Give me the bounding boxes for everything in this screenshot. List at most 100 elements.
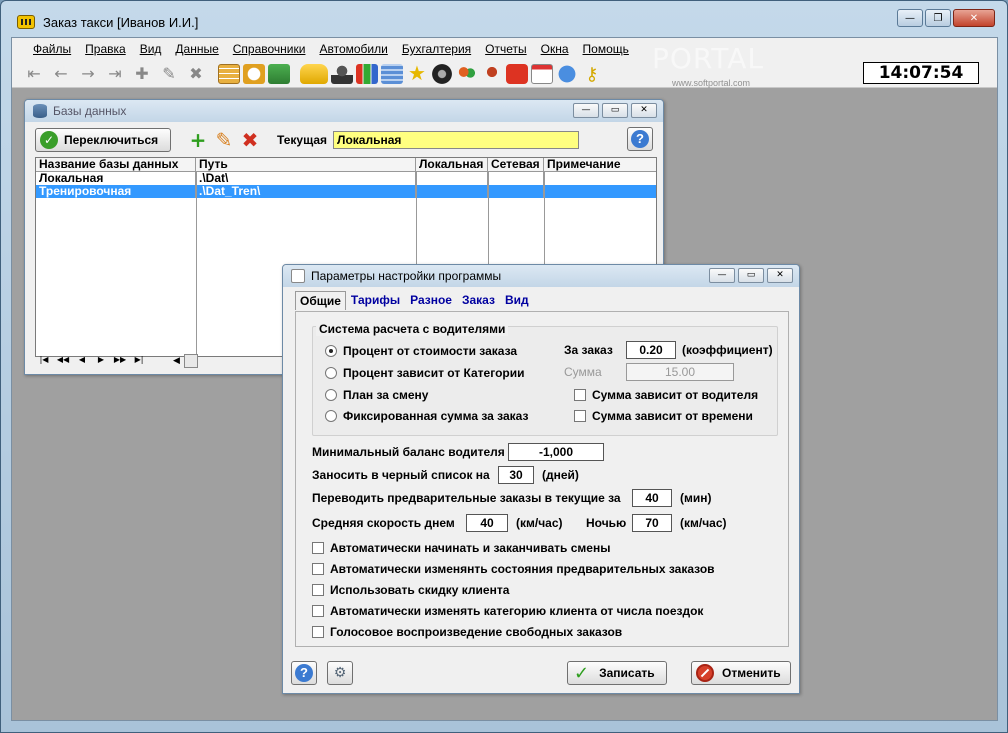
cancel-button[interactable]: Отменить	[691, 661, 791, 685]
taxi-car-icon[interactable]	[300, 63, 328, 84]
settings-minimize-button[interactable]: —	[709, 268, 735, 283]
tire-icon[interactable]	[431, 63, 453, 84]
checkbox[interactable]	[312, 563, 324, 575]
radio-button[interactable]	[325, 367, 337, 379]
night-speed-input[interactable]: 70	[632, 514, 672, 532]
keys-icon[interactable]: ⚷	[581, 64, 603, 84]
radio-button[interactable]	[325, 410, 337, 422]
databases-close-button[interactable]: ✕	[631, 103, 657, 118]
first-record-icon[interactable]: ⇤	[22, 62, 46, 86]
money-icon[interactable]	[268, 63, 290, 84]
nav-next-page-icon[interactable]: ▶▶	[111, 353, 129, 367]
radio-percent-by-category[interactable]: Процент зависит от Категории	[325, 366, 524, 380]
col-header-path[interactable]: Путь	[196, 158, 416, 171]
last-record-icon[interactable]: ⇥	[103, 62, 127, 86]
calendar-icon[interactable]	[531, 63, 553, 84]
driver-icon[interactable]	[331, 63, 353, 84]
client-discount-check[interactable]: Использовать скидку клиента	[312, 583, 509, 597]
nav-last-icon[interactable]: ▶|	[130, 353, 148, 367]
radio-percent-of-cost[interactable]: Процент от стоимости заказа	[325, 344, 517, 358]
maximize-button[interactable]: ❐	[925, 9, 951, 27]
schedule-clock-icon[interactable]	[243, 63, 265, 84]
menu-cars[interactable]: Автомобили	[312, 42, 394, 56]
settings-close-button[interactable]: ✕	[767, 268, 793, 283]
nav-prev-page-icon[interactable]: ◀◀	[54, 353, 72, 367]
col-header-note[interactable]: Примечание	[544, 158, 656, 171]
prelim-orders-input[interactable]: 40	[632, 489, 672, 507]
operator-icon[interactable]	[481, 63, 503, 84]
delete-record-icon[interactable]: ✖	[184, 62, 208, 86]
tab-order[interactable]: Заказ	[457, 291, 500, 310]
checkbox[interactable]	[312, 605, 324, 617]
checkbox[interactable]	[312, 626, 324, 638]
min-balance-input[interactable]: -1,000	[508, 443, 604, 461]
menu-files[interactable]: Файлы	[26, 42, 78, 56]
menu-view[interactable]: Вид	[133, 42, 169, 56]
radio-button[interactable]	[325, 389, 337, 401]
menu-help[interactable]: Помощь	[576, 42, 636, 56]
add-record-icon[interactable]: ✚	[130, 62, 154, 86]
prev-record-icon[interactable]: ←	[49, 62, 73, 86]
nav-prev-icon[interactable]: ◀	[73, 353, 91, 367]
menu-data[interactable]: Данные	[168, 42, 225, 56]
checkbox[interactable]	[574, 389, 586, 401]
menu-accounting[interactable]: Бухгалтерия	[395, 42, 478, 56]
table-icon[interactable]	[218, 63, 240, 84]
checkbox[interactable]	[312, 542, 324, 554]
menu-references[interactable]: Справочники	[226, 42, 313, 56]
auto-shifts-check[interactable]: Автоматически начинать и заканчивать сме…	[312, 541, 610, 555]
radio-shift-plan[interactable]: План за смену	[325, 388, 428, 402]
auto-client-category-check[interactable]: Автоматически изменять категорию клиента…	[312, 604, 703, 618]
col-header-name[interactable]: Название базы данных	[36, 158, 196, 171]
tab-tariffs[interactable]: Тарифы	[346, 291, 405, 310]
checkbox[interactable]	[312, 584, 324, 596]
checklist-icon[interactable]	[506, 63, 528, 84]
col-header-local[interactable]: Локальная	[416, 158, 488, 171]
scroll-left-icon[interactable]: ◀	[173, 356, 180, 366]
nav-first-icon[interactable]: |◀	[35, 353, 53, 367]
tab-view[interactable]: Вид	[500, 291, 534, 310]
per-order-input[interactable]: 0.20	[626, 341, 676, 359]
col-header-network[interactable]: Сетевая	[488, 158, 544, 171]
voice-free-orders-check[interactable]: Голосовое воспроизведение свободных зака…	[312, 625, 622, 639]
tab-general[interactable]: Общие	[295, 291, 346, 310]
sum-input[interactable]: 15.00	[626, 363, 734, 381]
delete-database-icon[interactable]: ✖	[237, 127, 263, 153]
day-speed-input[interactable]: 40	[466, 514, 508, 532]
checkbox[interactable]	[574, 410, 586, 422]
blacklist-input[interactable]: 30	[498, 466, 534, 484]
radio-fixed-sum[interactable]: Фиксированная сумма за заказ	[325, 409, 528, 423]
minimize-button[interactable]: —	[897, 9, 923, 27]
edit-record-icon[interactable]: ✎	[157, 62, 181, 86]
chart-icon[interactable]	[356, 63, 378, 84]
scroll-thumb[interactable]	[183, 354, 198, 368]
databases-minimize-button[interactable]: —	[573, 103, 599, 118]
menu-edit[interactable]: Правка	[78, 42, 133, 56]
tab-misc[interactable]: Разное	[405, 291, 457, 310]
horizontal-scrollbar[interactable]: ◀	[173, 354, 283, 368]
nav-next-icon[interactable]: ▶	[92, 353, 110, 367]
save-button[interactable]: ✓ Записать	[567, 661, 667, 685]
switch-button[interactable]: ✓ Переключиться	[35, 128, 171, 152]
users-icon[interactable]	[456, 63, 478, 84]
menu-reports[interactable]: Отчеты	[478, 42, 533, 56]
building-icon[interactable]	[381, 63, 403, 84]
menu-windows[interactable]: Окна	[534, 42, 576, 56]
star-icon[interactable]: ★	[406, 64, 428, 84]
settings-help-button[interactable]: ?	[291, 661, 317, 685]
edit-database-icon[interactable]: ✎	[211, 127, 237, 153]
table-row[interactable]: Локальная .\Dat\	[36, 172, 656, 185]
help-globe-icon[interactable]	[556, 63, 578, 84]
radio-button[interactable]	[325, 345, 337, 357]
add-database-icon[interactable]: +	[185, 127, 211, 153]
sum-depends-time-check[interactable]: Сумма зависит от времени	[574, 409, 753, 423]
settings-tools-button[interactable]: ⚙	[327, 661, 353, 685]
databases-help-button[interactable]: ?	[627, 127, 653, 151]
close-button[interactable]: ✕	[953, 9, 995, 27]
next-record-icon[interactable]: →	[76, 62, 100, 86]
auto-prelim-state-check[interactable]: Автоматически изменянть состояния предва…	[312, 562, 715, 576]
table-row-selected[interactable]: Тренировочная .\Dat_Tren\	[36, 185, 656, 198]
sum-depends-driver-check[interactable]: Сумма зависит от водителя	[574, 388, 758, 402]
databases-maximize-button[interactable]: ▭	[602, 103, 628, 118]
settings-maximize-button[interactable]: ▭	[738, 268, 764, 283]
